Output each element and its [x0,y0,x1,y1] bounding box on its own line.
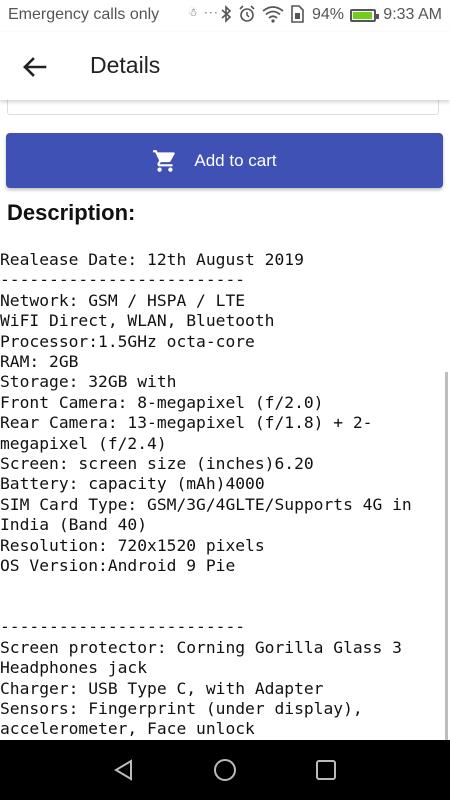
battery-percent: 94% [312,6,345,23]
accessibility-icon: ☃ [188,6,198,19]
battery-icon [350,9,379,22]
home-circle-icon[interactable] [213,758,237,782]
navigation-bar [0,740,450,800]
wifi-icon [262,6,284,23]
carrier-text: Emergency calls only [8,6,160,23]
back-arrow-icon[interactable] [20,52,50,82]
more-icon: ··· [203,5,219,19]
alarm-icon [239,5,255,22]
scrollbar[interactable] [445,372,448,742]
add-to-cart-button[interactable]: Add to cart [6,133,443,188]
description-heading: Description: [7,200,136,225]
add-to-cart-label: Add to cart [194,150,277,170]
cart-icon [153,149,176,172]
description-text: Realease Date: 12th August 2019 --------… [0,250,412,739]
page-title: Details [90,52,161,78]
status-bar: Emergency calls only ☃ ··· 94% 9:33 AM [0,0,450,32]
app-bar: Details [0,32,450,100]
status-icons: ☃ ··· [188,5,219,19]
system-icons [220,5,304,23]
product-card-bottom [7,100,439,115]
battery-level [353,12,372,19]
back-triangle-icon[interactable] [112,758,136,782]
details-content[interactable]: Add to cart Description: Realease Date: … [0,100,450,740]
recents-square-icon[interactable] [314,758,338,782]
sim-icon [291,5,304,23]
bluetooth-icon [221,5,232,23]
clock: 9:33 AM [383,6,442,23]
